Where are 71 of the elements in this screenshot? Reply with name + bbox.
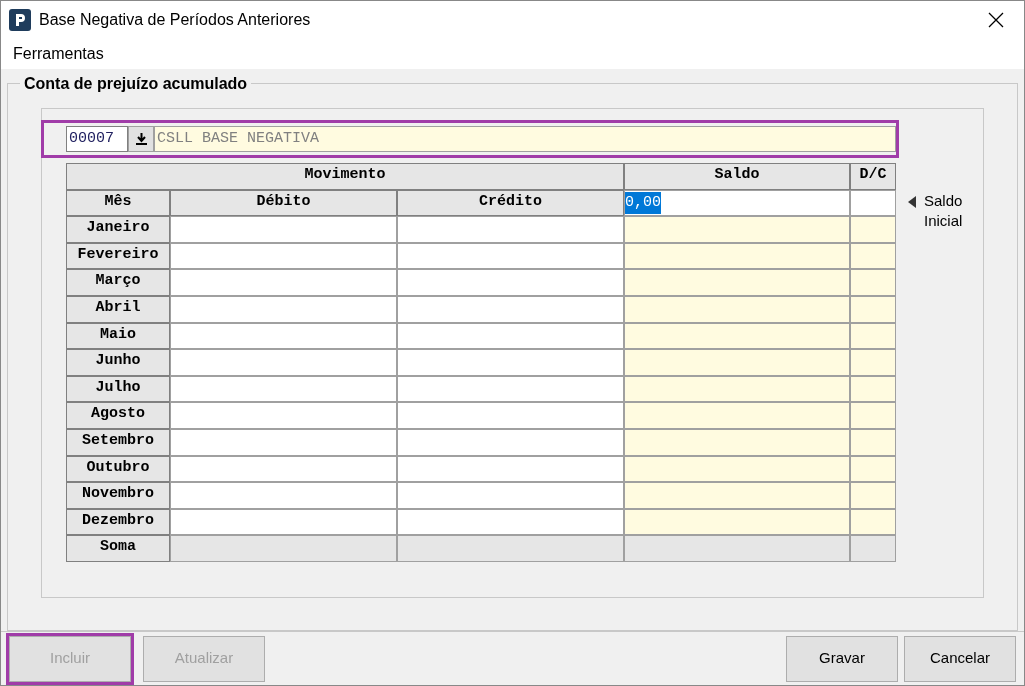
- table-cell[interactable]: [397, 375, 624, 403]
- table-cell[interactable]: [850, 189, 896, 217]
- table-cell[interactable]: [397, 482, 624, 509]
- table-cell: [850, 242, 896, 270]
- menu-item[interactable]: Ferramentas: [13, 42, 104, 66]
- table-cell: [850, 216, 896, 243]
- table-cell[interactable]: [397, 455, 624, 483]
- table-cell: [850, 375, 896, 403]
- account-code-field[interactable]: 00007: [66, 126, 128, 152]
- table-cell[interactable]: [397, 295, 624, 323]
- table-cell[interactable]: [170, 242, 397, 270]
- table-cell[interactable]: [397, 428, 624, 456]
- column-header: Mês: [66, 189, 170, 217]
- table-cell[interactable]: [170, 375, 397, 403]
- table-cell: [850, 295, 896, 323]
- table-cell: [850, 402, 896, 429]
- row-header: Novembro: [66, 482, 170, 509]
- table-cell[interactable]: [170, 349, 397, 376]
- table-cell[interactable]: [397, 322, 624, 350]
- left-triangle-icon: [908, 196, 916, 208]
- table-cell[interactable]: [397, 508, 624, 536]
- table-cell: [850, 322, 896, 350]
- table-cell: [850, 428, 896, 456]
- row-header: Março: [66, 269, 170, 296]
- table-cell[interactable]: [397, 349, 624, 376]
- table-cell[interactable]: [170, 322, 397, 350]
- table-cell: [850, 455, 896, 483]
- dropdown-button[interactable]: [128, 126, 154, 152]
- row-header: Janeiro: [66, 216, 170, 243]
- table-cell: [850, 508, 896, 536]
- table-cell: [850, 535, 896, 562]
- balance-field[interactable]: 0,00: [624, 189, 850, 217]
- row-header: Fevereiro: [66, 242, 170, 270]
- column-header: Saldo: [624, 163, 850, 190]
- balance-value: 0,00: [625, 191, 661, 215]
- table-cell: [850, 482, 896, 509]
- table-cell[interactable]: [397, 242, 624, 270]
- close-icon[interactable]: [988, 12, 1004, 28]
- app-logo-icon: [9, 9, 31, 31]
- table-cell[interactable]: [170, 295, 397, 323]
- account-name-field: CSLL BASE NEGATIVA: [154, 126, 896, 152]
- table-cell[interactable]: [170, 428, 397, 456]
- window-title: Base Negativa de Períodos Anteriores: [39, 10, 312, 30]
- table-cell: [850, 269, 896, 296]
- table-cell[interactable]: [170, 269, 397, 296]
- row-header: Dezembro: [66, 508, 170, 536]
- dialog-button[interactable]: Cancelar: [904, 635, 1016, 682]
- side-note: Saldo Inicial: [924, 191, 964, 231]
- column-header: Débito: [170, 189, 397, 217]
- column-header: D/C: [850, 163, 896, 190]
- row-header: Maio: [66, 322, 170, 350]
- row-header: Setembro: [66, 428, 170, 456]
- table-cell[interactable]: [170, 508, 397, 536]
- row-header: Outubro: [66, 455, 170, 483]
- row-header: Soma: [66, 535, 170, 562]
- table-cell[interactable]: [397, 216, 624, 243]
- row-header: Abril: [66, 295, 170, 323]
- table-cell[interactable]: [397, 402, 624, 429]
- column-group-header: Movimento: [66, 163, 624, 190]
- row-header: Junho: [66, 349, 170, 376]
- table-cell[interactable]: [170, 455, 397, 483]
- download-arrow-icon: [135, 133, 147, 145]
- table-cell[interactable]: [170, 402, 397, 429]
- table-cell[interactable]: [170, 482, 397, 509]
- table-cell: [850, 349, 896, 376]
- column-header: Crédito: [397, 189, 624, 217]
- row-header: Agosto: [66, 402, 170, 429]
- table-cell[interactable]: [397, 269, 624, 296]
- row-header: Julho: [66, 375, 170, 403]
- dialog-button[interactable]: Gravar: [786, 635, 898, 682]
- table-cell[interactable]: [170, 216, 397, 243]
